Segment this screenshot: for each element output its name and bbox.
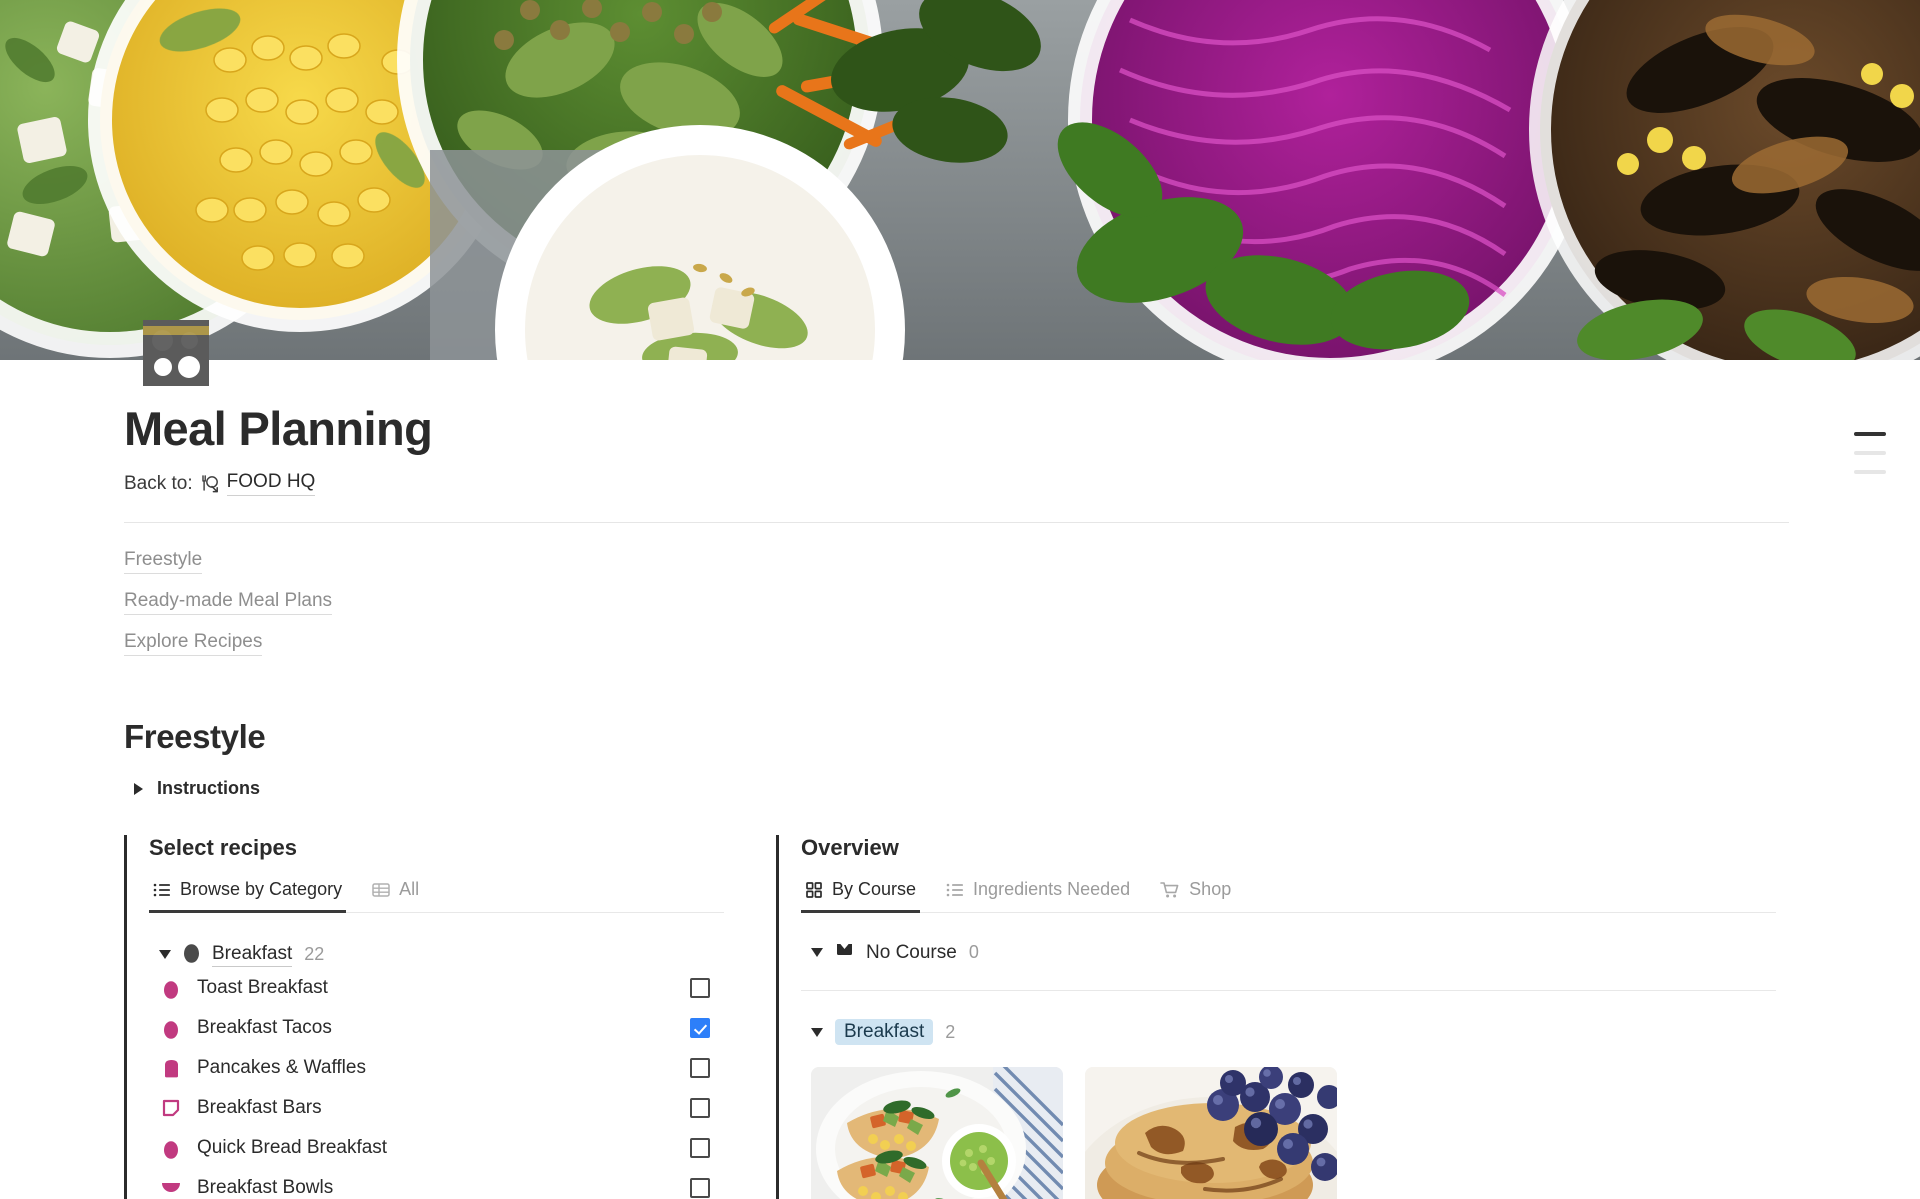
recipe-card[interactable]: [1085, 1067, 1337, 1199]
select-recipes-tabbar: Browse by Category All: [149, 875, 724, 914]
recipe-list-item[interactable]: Breakfast Bars: [149, 1088, 724, 1128]
recipe-checkbox[interactable]: [690, 1138, 710, 1159]
cover-photo: [0, 0, 1920, 360]
recipe-checkbox[interactable]: [690, 1058, 710, 1079]
overview-group-name: No Course: [866, 941, 957, 963]
outline-bar-active[interactable]: [1854, 432, 1886, 436]
grid-squares-icon: [805, 881, 823, 899]
list-icon: [946, 881, 964, 899]
recipe-card[interactable]: [811, 1067, 1063, 1199]
recipe-group-count: 22: [304, 944, 325, 965]
nav-link-ready-made-meal-plans[interactable]: Ready-made Meal Plans: [124, 590, 333, 616]
table-grid-icon: [372, 881, 390, 899]
overview-heading: Overview: [801, 835, 899, 861]
tab-label: Shop: [1189, 879, 1232, 900]
chevron-down-icon[interactable]: [811, 948, 823, 958]
egg-icon-dark: [183, 941, 200, 968]
tab-by-course[interactable]: By Course: [801, 875, 921, 914]
recipe-checkbox[interactable]: [690, 1098, 710, 1119]
recipe-list-item[interactable]: Breakfast Bowls: [149, 1168, 724, 1199]
recipe-name: Quick Bread Breakfast: [197, 1137, 388, 1159]
recipe-list-item[interactable]: Breakfast Tacos: [149, 1008, 724, 1048]
page-title: Meal Planning: [124, 402, 433, 455]
overview-group-count: 0: [968, 942, 979, 963]
bar-outline-icon: [159, 1099, 183, 1117]
recipe-name: Breakfast Tacos: [197, 1017, 332, 1039]
recipe-group-breakfast-header[interactable]: Breakfast 22: [149, 941, 724, 968]
page-nav-links: Freestyle Ready-made Meal Plans Explore …: [124, 549, 1864, 672]
recipe-name: Breakfast Bars: [197, 1097, 322, 1119]
recipe-checkbox[interactable]: [690, 1178, 710, 1199]
nav-link-freestyle[interactable]: Freestyle: [124, 549, 203, 575]
tab-shop[interactable]: Shop: [1156, 875, 1235, 913]
chevron-down-icon[interactable]: [811, 1027, 823, 1037]
overview-tabbar: By Course Ingredients Needed Shop: [801, 875, 1776, 914]
stove-cooktop-icon[interactable]: [143, 320, 209, 386]
overview-group-pill: Breakfast: [835, 1019, 934, 1046]
outline-bar[interactable]: [1854, 470, 1886, 474]
breadcrumb-link-food-hq[interactable]: FOOD HQ: [226, 471, 316, 497]
recipe-list-item[interactable]: Toast Breakfast: [149, 968, 724, 1008]
tab-ingredients-needed[interactable]: Ingredients Needed: [942, 875, 1134, 913]
recipe-name: Toast Breakfast: [197, 977, 328, 999]
overview-group-breakfast[interactable]: Breakfast 2: [801, 1019, 1776, 1046]
page-outline-indicator[interactable]: [1854, 432, 1886, 489]
fork-plate-arrow-icon: [200, 474, 220, 494]
tab-browse-by-category[interactable]: Browse by Category: [149, 875, 347, 914]
recipe-checkbox[interactable]: [690, 978, 710, 999]
overview-group-no-course[interactable]: No Course 0: [801, 941, 1776, 964]
instructions-label: Instructions: [157, 778, 261, 799]
divider: [801, 990, 1776, 992]
egg-icon: [159, 978, 183, 999]
tab-label: Browse by Category: [180, 879, 343, 900]
recipe-group-name[interactable]: Breakfast: [212, 943, 293, 967]
tab-label: All: [399, 879, 420, 900]
inbox-tray-icon: [835, 941, 854, 964]
recipe-name: Breakfast Bowls: [197, 1177, 334, 1199]
recipe-name: Pancakes & Waffles: [197, 1057, 366, 1079]
tab-label: Ingredients Needed: [973, 879, 1131, 900]
cart-icon: [1160, 881, 1180, 899]
select-recipes-panel: Select recipes Browse by Category All Br…: [124, 835, 724, 1199]
recipe-list-item[interactable]: Quick Bread Breakfast: [149, 1128, 724, 1168]
chevron-down-icon[interactable]: [159, 950, 171, 960]
bread-slice-icon: [159, 1058, 183, 1078]
recipe-list-item[interactable]: Pancakes & Waffles: [149, 1048, 724, 1088]
overview-card-grid: [801, 1067, 1776, 1199]
chevron-right-icon[interactable]: [134, 782, 143, 795]
tab-label: By Course: [832, 879, 917, 900]
recipe-checkbox[interactable]: [690, 1018, 710, 1039]
select-recipes-heading: Select recipes: [149, 835, 297, 861]
breadcrumb: Back to: FOOD HQ: [124, 471, 1864, 497]
egg-icon: [159, 1138, 183, 1159]
overview-panel: Overview By Course Ingredients Needed Sh…: [776, 835, 1776, 1199]
instructions-toggle[interactable]: Instructions: [134, 778, 1864, 799]
bowl-icon: [159, 1181, 183, 1195]
overview-group-count: 2: [945, 1021, 956, 1042]
back-to-label: Back to:: [124, 472, 193, 494]
nav-link-explore-recipes[interactable]: Explore Recipes: [124, 631, 263, 657]
list-icon: [153, 881, 171, 899]
outline-bar[interactable]: [1854, 451, 1886, 455]
egg-icon: [159, 1018, 183, 1039]
section-heading-freestyle: Freestyle: [124, 718, 266, 756]
divider: [124, 522, 1789, 524]
tab-all[interactable]: All: [368, 875, 423, 913]
